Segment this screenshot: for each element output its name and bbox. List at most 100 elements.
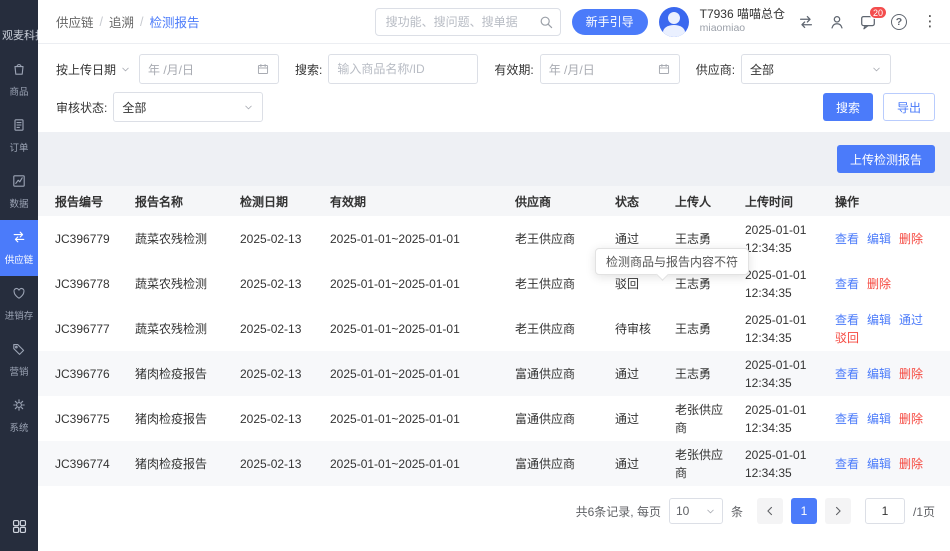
supplier-select[interactable]: 全部 — [741, 54, 892, 84]
cell-supplier: 富通供应商 — [515, 366, 576, 381]
next-page-button[interactable] — [824, 498, 851, 524]
sidebar-item-goods[interactable]: 商品 — [0, 52, 38, 108]
chevron-down-icon — [245, 105, 253, 109]
action-view[interactable]: 查看 — [835, 367, 859, 381]
column-header: 报告名称 — [118, 186, 223, 216]
filter-actions: 搜索 导出 — [822, 93, 935, 121]
action-view[interactable]: 查看 — [835, 232, 859, 246]
action-delete[interactable]: 删除 — [899, 412, 923, 426]
table-row: JC396775 猪肉检疫报告 2025-02-13 2025-01-01~2025-… — [38, 396, 950, 441]
audit-status-select[interactable]: 全部 — [113, 92, 264, 122]
cell-status: 通过 — [615, 366, 640, 381]
cell-actions: 查看 编辑 删除 — [818, 396, 950, 441]
table-row: JC396779 蔬菜农残检测 2025-02-13 2025-01-01~2025-… — [38, 216, 950, 261]
total-records-text: 共6条记录, 每页 — [575, 504, 661, 519]
cell-actions: 查看 删除 — [818, 261, 950, 306]
action-edit[interactable]: 编辑 — [867, 457, 891, 471]
logo: 观麦科技 — [2, 30, 38, 42]
more-menu-icon[interactable]: ⋮ — [920, 12, 940, 32]
cell-test-date: 2025-02-13 — [240, 321, 302, 336]
sidebar-item-inventory[interactable]: 进销存 — [0, 276, 38, 332]
action-view[interactable]: 查看 — [835, 457, 859, 471]
help-icon[interactable]: ? — [889, 12, 909, 32]
global-search-input[interactable] — [374, 7, 561, 36]
sidebar-item-data[interactable]: 数据 — [0, 164, 38, 220]
apps-grid-icon[interactable] — [0, 506, 38, 551]
chevron-down-icon — [707, 509, 714, 513]
cell-actions: 查看 编辑 通过驳回 — [818, 306, 950, 351]
cell-test-date: 2025-02-13 — [240, 366, 302, 381]
cell-uploader: 老张供应商 — [675, 447, 724, 480]
date-type-select[interactable]: 按上传日期 — [56, 61, 131, 78]
account-info[interactable]: T7936 喵喵总仓 miaomiao — [700, 7, 785, 35]
action-delete[interactable]: 删除 — [867, 277, 891, 291]
sidebar-item-supply[interactable]: 供应链 — [0, 220, 38, 276]
action-delete[interactable]: 删除 — [899, 367, 923, 381]
action-edit[interactable]: 编辑 — [867, 313, 891, 327]
cell-report-name: 猪肉检疫报告 — [135, 366, 208, 381]
cell-report-name: 猪肉检疫报告 — [135, 456, 208, 471]
action-edit[interactable]: 编辑 — [867, 412, 891, 426]
messages-icon[interactable]: 20 — [858, 5, 887, 32]
page-size-select[interactable]: 10 — [668, 498, 723, 524]
column-header: 有效期 — [313, 186, 498, 216]
account-username: miaomiao — [699, 22, 746, 35]
goods-icon — [11, 61, 27, 80]
cell-upload-time: 2025-01-01 12:34:35 — [745, 447, 807, 480]
prev-page-button[interactable] — [756, 498, 783, 524]
cell-actions: 查看 编辑 删除 — [818, 441, 950, 486]
action-delete[interactable]: 删除 — [899, 232, 923, 246]
sidebar-item-system[interactable]: 系统 — [0, 388, 38, 444]
avatar[interactable] — [658, 6, 689, 37]
table-row: JC396776 猪肉检疫报告 2025-02-13 2025-01-01~2025-… — [38, 351, 950, 396]
table-header-row: 报告编号 报告名称 检测日期 有效期 供应商 状态 上传人 上传时间 操作 — [38, 186, 950, 216]
chevron-down-icon — [122, 67, 129, 71]
column-header: 状态 — [598, 186, 658, 216]
search-button[interactable]: 搜索 — [822, 93, 873, 121]
sidebar-item-orders[interactable]: 订单 — [0, 108, 38, 164]
column-header: 操作 — [818, 186, 950, 216]
column-header: 上传人 — [658, 186, 728, 216]
cell-test-date: 2025-02-13 — [240, 456, 302, 471]
column-header: 报告编号 — [38, 186, 118, 216]
column-header: 检测日期 — [223, 186, 313, 216]
supplier-label: 供应商: — [695, 62, 736, 77]
action-approve[interactable]: 通过 — [899, 313, 923, 327]
action-reject[interactable]: 驳回 — [835, 331, 859, 345]
action-view[interactable]: 查看 — [835, 313, 859, 327]
cell-report-id: JC396775 — [55, 411, 110, 426]
upload-report-button[interactable]: 上传检测报告 — [836, 145, 935, 173]
cell-report-id: JC396774 — [55, 456, 110, 471]
breadcrumb-item[interactable]: 供应链 — [56, 12, 94, 31]
upload-date-picker[interactable]: 年 /月/日 — [139, 54, 280, 84]
cell-report-id: JC396778 — [55, 276, 110, 291]
sidebar-item-marketing[interactable]: 营销 — [0, 332, 38, 388]
beginner-guide-button[interactable]: 新手引导 — [571, 8, 648, 35]
chevron-left-icon — [767, 506, 773, 516]
filter-row-1: 按上传日期 年 /月/日 搜索: 有效期: 年 /月/日 供应商: 全部 — [56, 54, 935, 84]
action-edit[interactable]: 编辑 — [867, 232, 891, 246]
export-button[interactable]: 导出 — [882, 93, 935, 121]
breadcrumb-item[interactable]: 追溯 — [109, 12, 134, 31]
action-view[interactable]: 查看 — [835, 412, 859, 426]
contacts-icon[interactable] — [827, 12, 847, 32]
cell-validity: 2025-01-01~2025-01-01 — [330, 276, 460, 291]
search-field-label: 搜索: — [295, 62, 323, 77]
cell-validity: 2025-01-01~2025-01-01 — [330, 321, 460, 336]
product-search-input[interactable] — [328, 54, 479, 84]
cell-report-id: JC396777 — [55, 321, 110, 336]
cell-validity: 2025-01-01~2025-01-01 — [330, 456, 460, 471]
sidebar-item-label: 订单 — [9, 143, 29, 154]
cell-supplier: 老王供应商 — [515, 321, 576, 336]
toolbar-band: 上传检测报告 — [38, 132, 950, 186]
action-delete[interactable]: 删除 — [899, 457, 923, 471]
action-edit[interactable]: 编辑 — [867, 367, 891, 381]
validity-date-picker[interactable]: 年 /月/日 — [539, 54, 680, 84]
page-jump-input[interactable] — [864, 498, 905, 524]
cell-report-id: JC396776 — [55, 366, 110, 381]
action-view[interactable]: 查看 — [835, 277, 859, 291]
page-number-1[interactable]: 1 — [790, 498, 817, 524]
data-chart-icon — [11, 173, 27, 192]
cell-upload-time: 2025-01-01 12:34:35 — [745, 312, 807, 345]
switch-store-icon[interactable] — [796, 12, 816, 32]
